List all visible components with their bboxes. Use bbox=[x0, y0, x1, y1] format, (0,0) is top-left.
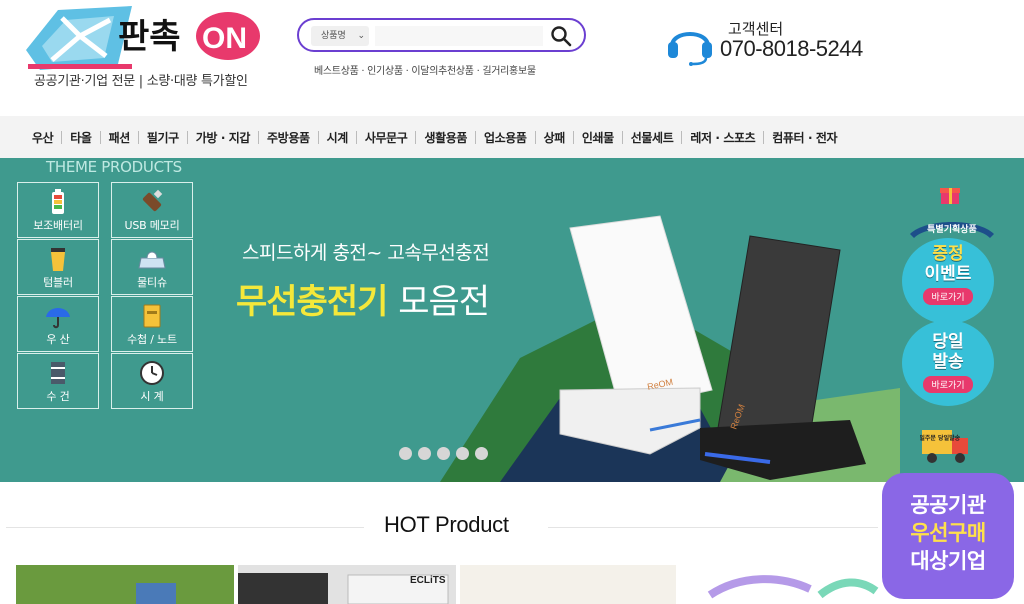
wet-tissue-icon bbox=[138, 251, 166, 269]
keyword-link[interactable]: 이달의추천상품 bbox=[411, 66, 474, 77]
theme-label: 우 산 bbox=[46, 333, 70, 346]
promo-line2: 우선구매 bbox=[910, 521, 986, 545]
umbrella-icon bbox=[46, 308, 70, 329]
search-icon[interactable] bbox=[550, 25, 572, 47]
towel-icon bbox=[51, 362, 65, 384]
banner-title: 무선충전기 모음전 bbox=[236, 274, 490, 323]
promo-line3: 대상기업 bbox=[910, 549, 986, 573]
sameday-shortcut-button[interactable]: 바로가기 bbox=[923, 376, 973, 393]
headset-icon bbox=[668, 32, 712, 66]
truck-label: 당일주문 당일발송 bbox=[920, 434, 961, 442]
keyword-link[interactable]: 인기상품 bbox=[367, 66, 403, 77]
theme-label: USB 메모리 bbox=[124, 219, 180, 232]
theme-label: 수첩 / 노트 bbox=[127, 333, 177, 346]
customer-center-phone: 070-8018-5244 bbox=[720, 36, 863, 61]
gift-icon bbox=[940, 188, 960, 204]
event-line2: 이벤트 bbox=[924, 264, 972, 284]
chevron-down-icon: ⌄ bbox=[357, 31, 365, 41]
event-shortcut-button[interactable]: 바로가기 bbox=[923, 288, 973, 305]
slide-indicators bbox=[399, 447, 488, 460]
theme-towel[interactable]: 수 건 bbox=[17, 353, 99, 409]
slide-dot[interactable] bbox=[399, 447, 412, 460]
hot-divider-right bbox=[548, 527, 878, 528]
category-nav: 우산 타올 패션 필기구 가방 · 지갑 주방용품 시계 사무문구 생활용품 업… bbox=[0, 116, 1024, 158]
nav-item-living[interactable]: 생활용품 bbox=[416, 129, 475, 146]
delivery-truck-icon: 당일주문 당일발송 bbox=[920, 430, 968, 463]
usb-icon bbox=[142, 189, 163, 212]
nav-item-bags[interactable]: 가방 · 지갑 bbox=[188, 129, 258, 146]
hot-product-thumb[interactable]: ECLiTS bbox=[238, 565, 456, 604]
theme-umbrella[interactable]: 우 산 bbox=[17, 296, 99, 352]
gift-event-bubble[interactable]: 증정 이벤트 바로가기 bbox=[902, 238, 994, 324]
public-procurement-badge[interactable]: 공공기관 우선구매 대상기업 bbox=[882, 473, 1014, 599]
nav-item-business[interactable]: 업소용품 bbox=[476, 129, 535, 146]
slide-dot[interactable] bbox=[456, 447, 469, 460]
theme-usb[interactable]: USB 메모리 bbox=[111, 182, 193, 238]
thumb-brand: ECLiTS bbox=[410, 575, 446, 586]
slide-dot[interactable] bbox=[475, 447, 488, 460]
customer-center: 고객센터 070-8018-5244 bbox=[666, 18, 886, 68]
nav-item-umbrella[interactable]: 우산 bbox=[24, 129, 61, 146]
hot-divider-left bbox=[6, 527, 364, 528]
banner-title-rest: 모음전 bbox=[398, 282, 490, 322]
search-category-select[interactable]: 상품명 ⌄ bbox=[311, 26, 369, 46]
theme-label: 수 건 bbox=[46, 390, 70, 403]
battery-icon bbox=[52, 189, 64, 214]
nav-item-gift-set[interactable]: 선물세트 bbox=[623, 129, 682, 146]
svg-text:ON: ON bbox=[202, 22, 247, 55]
nav-item-pens[interactable]: 필기구 bbox=[139, 129, 187, 146]
nav-item-plaque[interactable]: 상패 bbox=[536, 129, 573, 146]
clock-icon bbox=[140, 361, 164, 385]
nav-item-print[interactable]: 인쇄물 bbox=[574, 129, 622, 146]
event-line1: 증정 bbox=[932, 244, 964, 264]
search-input[interactable] bbox=[375, 26, 543, 46]
hot-product-thumb[interactable] bbox=[680, 565, 880, 604]
nav-item-towel[interactable]: 타올 bbox=[62, 129, 99, 146]
nav-item-office[interactable]: 사무문구 bbox=[357, 129, 416, 146]
theme-products-title: THEME PRODUCTS bbox=[46, 158, 182, 176]
same-day-bubble[interactable]: 당일 발송 바로가기 bbox=[902, 320, 994, 406]
theme-notebook[interactable]: 수첩 / 노트 bbox=[111, 296, 193, 352]
search-category-label: 상품명 bbox=[321, 31, 346, 41]
special-plan-label: 특별기획상품 bbox=[927, 223, 977, 235]
nav-item-leisure[interactable]: 레저 · 스포츠 bbox=[682, 129, 763, 146]
theme-clock[interactable]: 시 계 bbox=[111, 353, 193, 409]
product-image bbox=[707, 575, 879, 599]
theme-label: 시 계 bbox=[140, 390, 164, 403]
theme-label: 텀블러 bbox=[43, 276, 73, 289]
nav-item-kitchen[interactable]: 주방용품 bbox=[259, 129, 318, 146]
keyword-link[interactable]: 베스트상품 bbox=[314, 66, 359, 77]
promo-line1: 공공기관 bbox=[910, 493, 986, 517]
main-banner[interactable]: ReOM ReOM THEME PRODUCTS 보조배터리 USB 메모리 텀… bbox=[0, 158, 1024, 482]
hot-product-title: HOT Product bbox=[384, 512, 509, 537]
nav-item-fashion[interactable]: 패션 bbox=[101, 129, 138, 146]
slide-dot[interactable] bbox=[437, 447, 450, 460]
hot-product-thumb[interactable] bbox=[460, 565, 676, 604]
tumbler-icon bbox=[51, 248, 65, 271]
logo-text-ko: 판촉 bbox=[118, 17, 181, 57]
sameday-line1: 당일 bbox=[932, 332, 964, 352]
banner-title-highlight: 무선충전기 bbox=[236, 282, 388, 322]
nav-item-clock[interactable]: 시계 bbox=[319, 129, 356, 146]
search-bar: 상품명 ⌄ bbox=[297, 18, 586, 52]
theme-wet-tissue[interactable]: 물티슈 bbox=[111, 239, 193, 295]
notebook-icon bbox=[143, 304, 161, 328]
theme-tumbler[interactable]: 텀블러 bbox=[17, 239, 99, 295]
theme-battery[interactable]: 보조배터리 bbox=[17, 182, 99, 238]
product-image: ECLiTS bbox=[238, 565, 456, 604]
keyword-link[interactable]: 길거리홍보물 bbox=[482, 66, 536, 77]
theme-label: 물티슈 bbox=[137, 276, 167, 289]
product-image bbox=[460, 565, 676, 604]
product-image bbox=[16, 565, 234, 604]
popular-keywords: 베스트상품 · 인기상품 · 이달의추천상품 · 길거리홍보물 bbox=[314, 66, 536, 77]
hot-product-thumb[interactable] bbox=[16, 565, 234, 604]
theme-label: 보조배터리 bbox=[33, 219, 83, 232]
special-plan-ribbon: 특별기획상품 bbox=[910, 222, 994, 238]
banner-subtitle: 스피드하게 충전~ 고속무선충전 bbox=[242, 242, 490, 264]
slide-dot[interactable] bbox=[418, 447, 431, 460]
nav-item-computer[interactable]: 컴퓨터 · 전자 bbox=[764, 129, 845, 146]
logo-tagline: 공공기관·기업 전문 | 소량·대량 특가할인 bbox=[34, 74, 248, 89]
sameday-line2: 발송 bbox=[932, 352, 964, 372]
site-header: 판촉 ON 공공기관·기업 전문 | 소량·대량 특가할인 상품명 ⌄ 베스트상… bbox=[0, 0, 1024, 116]
